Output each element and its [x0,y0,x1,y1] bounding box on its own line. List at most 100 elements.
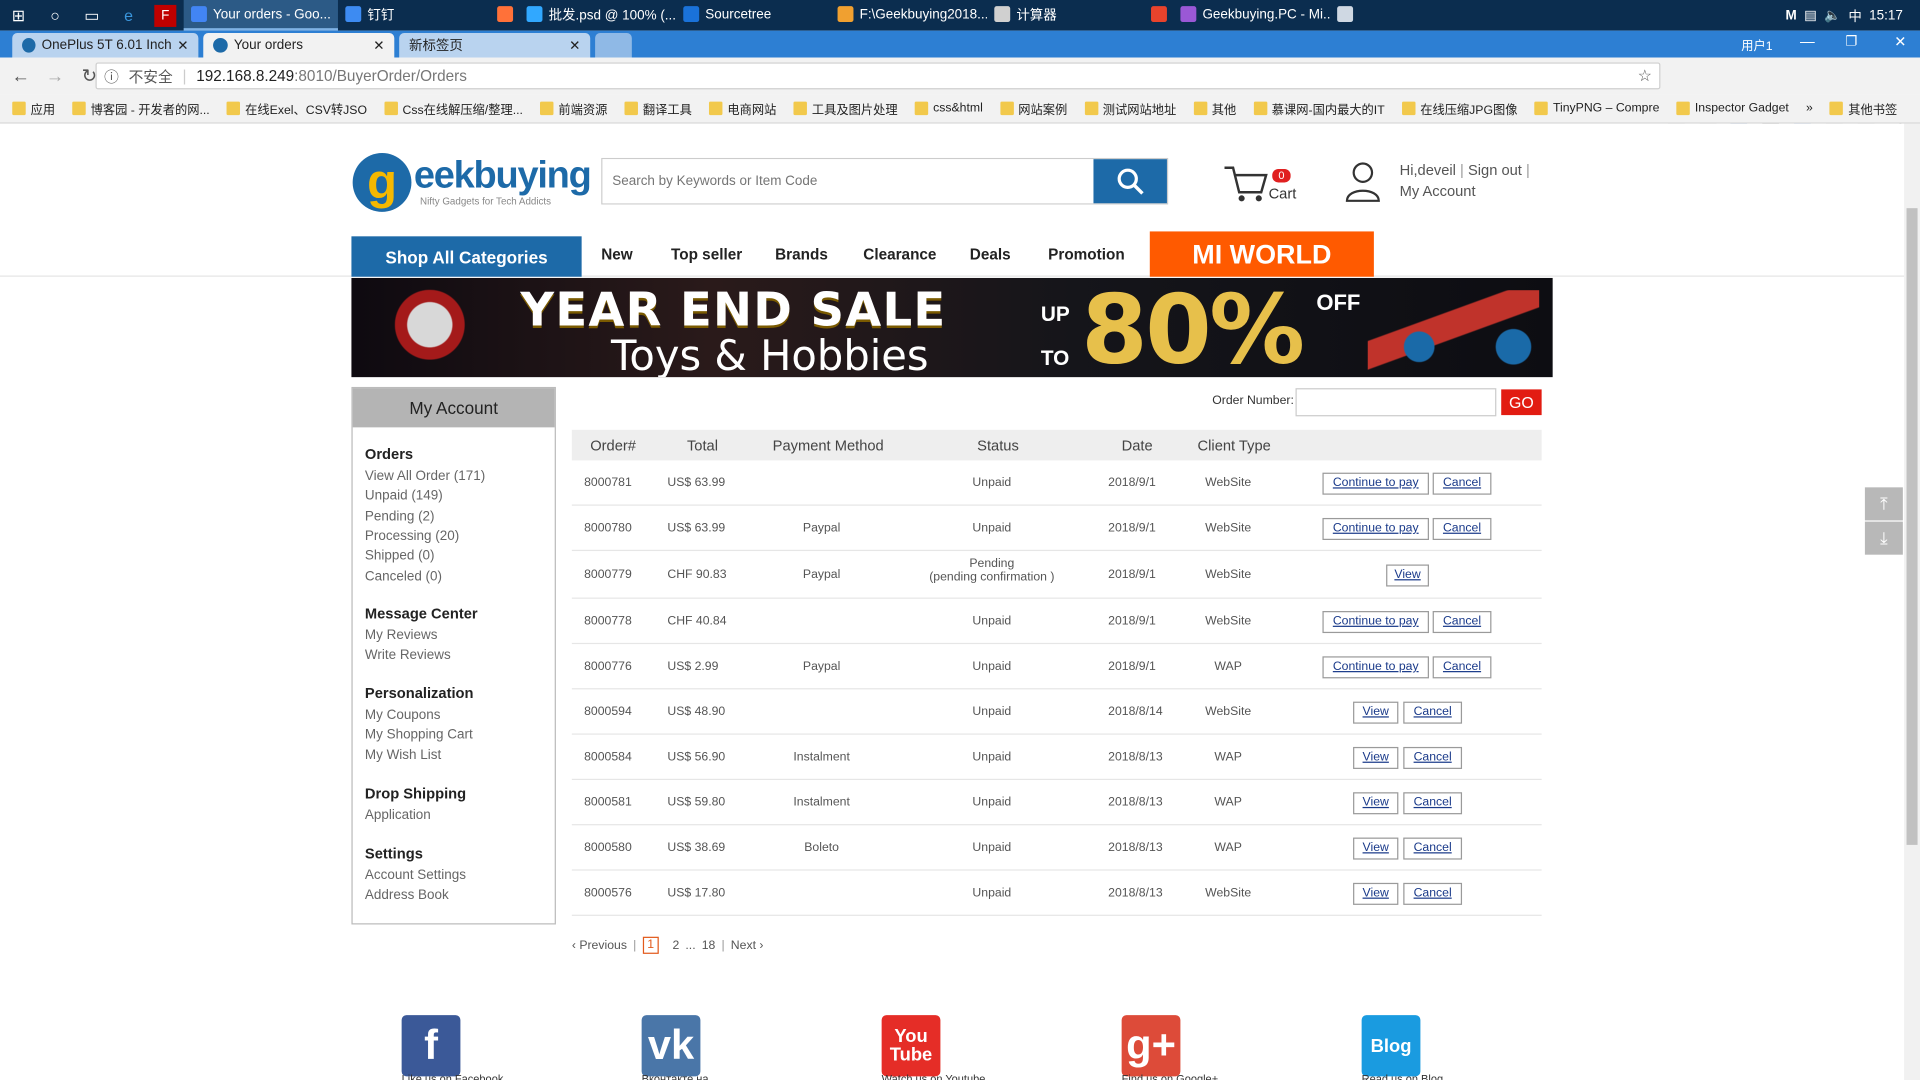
order-number[interactable]: 8000780 [584,521,632,534]
geekbuying-logo[interactable]: g eekbuying Nifty Gadgets for Tech Addic… [352,151,592,215]
volume-tray-icon[interactable]: 🔈 [1824,7,1841,24]
bookmark-star-icon[interactable]: ☆ [1638,66,1652,86]
cancel-order-button[interactable]: Cancel [1403,701,1463,724]
bookmark-item[interactable]: 翻译工具 [624,99,692,118]
order-number[interactable]: 8000584 [584,750,632,763]
task-view-icon[interactable]: ▭ [73,0,110,31]
sidebar-link[interactable]: View All Order (171) [365,469,485,484]
cancel-order-button[interactable]: Cancel [1432,655,1492,678]
windows-start-icon[interactable]: ⊞ [0,0,37,31]
taskbar-app-9[interactable] [1330,0,1354,31]
taskbar-app-2[interactable] [490,0,519,31]
bookmark-item[interactable]: 前端资源 [540,99,607,118]
close-tab-icon[interactable]: ✕ [373,37,384,54]
order-number[interactable]: 8000580 [584,841,632,854]
bookmark-item[interactable]: » [1806,102,1813,115]
page-2-link[interactable]: 2 [672,939,679,952]
taskbar-app-7[interactable] [1144,0,1173,31]
sidebar-link[interactable]: My Reviews [365,628,438,643]
cart-link[interactable]: Cart [1269,185,1297,202]
continue-to-pay-button[interactable]: Continue to pay [1322,517,1429,540]
continue-to-pay-button[interactable]: Continue to pay [1322,472,1429,495]
next-page-link[interactable]: Next › [731,939,764,952]
bookmark-item[interactable]: 博客园 - 开发者的网... [72,99,210,118]
previous-page-link[interactable]: ‹ Previous [572,939,627,952]
sidebar-link[interactable]: Unpaid (149) [365,489,443,504]
bookmark-item[interactable]: 在线压缩JPG图像 [1401,99,1517,118]
address-bar[interactable]: ⓘ 不安全 | 192.168.8.249:8010/BuyerOrder/Or… [95,62,1661,90]
browser-tab-your-orders[interactable]: Your orders ✕ [203,33,395,58]
bookmark-item[interactable]: 电商网站 [709,99,776,118]
order-number-input[interactable] [1295,388,1497,417]
order-number[interactable]: 8000778 [584,614,632,627]
back-icon[interactable]: ← [10,66,32,87]
back-to-top-icon[interactable]: ⤒ [1864,487,1903,521]
blog-icon[interactable]: Blog [1361,1015,1421,1077]
taskbar-app-4[interactable]: Sourcetree [676,0,830,31]
nav-deals[interactable]: Deals [970,246,1011,263]
bookmark-item[interactable]: 慕课网-国内最大的IT [1253,99,1385,118]
sidebar-link[interactable]: Canceled (0) [365,569,442,584]
bookmark-item[interactable]: Css在线解压缩/整理... [384,99,523,118]
continue-to-pay-button[interactable]: Continue to pay [1322,610,1429,633]
view-order-button[interactable]: View [1353,701,1399,724]
order-number[interactable]: 8000594 [584,705,632,718]
minimize-window-icon[interactable]: — [1800,33,1815,50]
sidebar-link[interactable]: Application [365,808,431,823]
scrollbar-thumb[interactable] [1906,208,1918,845]
social-caption[interactable]: Find us on Google+ [1122,1073,1219,1080]
nav-top-seller[interactable]: Top seller [671,246,742,263]
browser-tab-oneplus[interactable]: OnePlus 5T 6.01 Inch 6 ✕ [12,33,199,58]
close-window-icon[interactable]: ✕ [1894,33,1906,50]
sidebar-link[interactable]: Shipped (0) [365,549,435,564]
not-secure-info-icon[interactable]: ⓘ [104,66,119,87]
nav-new[interactable]: New [601,246,632,263]
facebook-icon[interactable]: f [401,1015,461,1077]
bookmark-item[interactable]: 在线Exel、CSV转JSO [226,99,367,118]
bookmark-item[interactable]: Inspector Gadget [1676,101,1789,116]
view-order-button[interactable]: View [1386,563,1429,586]
edge-browser-icon[interactable]: e [110,0,147,31]
sidebar-link[interactable]: My Coupons [365,708,441,723]
taskbar-app-1[interactable]: 钉钉 [338,0,490,31]
bookmark-item[interactable]: 网站案例 [999,99,1067,118]
view-order-button[interactable]: View [1353,791,1399,814]
social-caption[interactable]: Like us on Facebook [402,1073,504,1080]
cancel-order-button[interactable]: Cancel [1432,610,1492,633]
google-plus-icon[interactable]: g+ [1121,1015,1181,1077]
filezilla-icon[interactable]: F [154,4,177,27]
continue-to-pay-button[interactable]: Continue to pay [1322,655,1429,678]
taskbar-app-5[interactable]: F:\Geekbuying2018... [830,0,987,31]
cancel-order-button[interactable]: Cancel [1403,746,1463,769]
go-button[interactable]: GO [1501,389,1542,416]
bookmark-item[interactable]: 其他 [1193,99,1236,118]
forward-icon[interactable]: → [44,66,66,87]
cortana-search-icon[interactable]: ○ [37,0,74,31]
order-number[interactable]: 8000781 [584,476,632,489]
bookmark-item[interactable]: 其他书签 [1829,99,1897,118]
browser-tab-new-tab[interactable]: 新标签页 ✕ [399,33,591,58]
search-input[interactable] [602,159,1094,204]
cancel-order-button[interactable]: Cancel [1403,791,1463,814]
ime-indicator[interactable]: 中 [1848,6,1861,26]
user-account-icon[interactable] [1344,160,1381,202]
nav-clearance[interactable]: Clearance [863,246,936,263]
taskbar-app-8[interactable]: Geekbuying.PC - Mi... [1173,0,1330,31]
close-tab-icon[interactable]: ✕ [569,37,580,54]
sidebar-link[interactable]: Processing (20) [365,529,459,544]
sidebar-link[interactable]: Write Reviews [365,648,451,663]
year-end-sale-banner[interactable]: YEAR END SALE Toys & Hobbies UP TO 80% OF… [351,277,1553,378]
cancel-order-button[interactable]: Cancel [1432,517,1492,540]
new-tab-button[interactable] [595,33,632,58]
bookmark-item[interactable]: 测试网站地址 [1084,99,1176,118]
bookmark-item[interactable]: 应用 [12,99,55,118]
my-account-link[interactable]: My Account [1400,182,1476,199]
taskbar-app-0[interactable]: Your orders - Goo... [183,0,338,31]
social-caption[interactable]: Watch us on Youtube [882,1073,986,1080]
network-tray-icon[interactable]: ▤ [1804,7,1817,24]
gmail-tray-icon[interactable]: M [1786,8,1797,23]
chrome-profile-label[interactable]: 用户1 [1741,36,1772,53]
cancel-order-button[interactable]: Cancel [1403,836,1463,859]
view-order-button[interactable]: View [1353,882,1399,905]
sidebar-link[interactable]: Address Book [365,888,449,903]
